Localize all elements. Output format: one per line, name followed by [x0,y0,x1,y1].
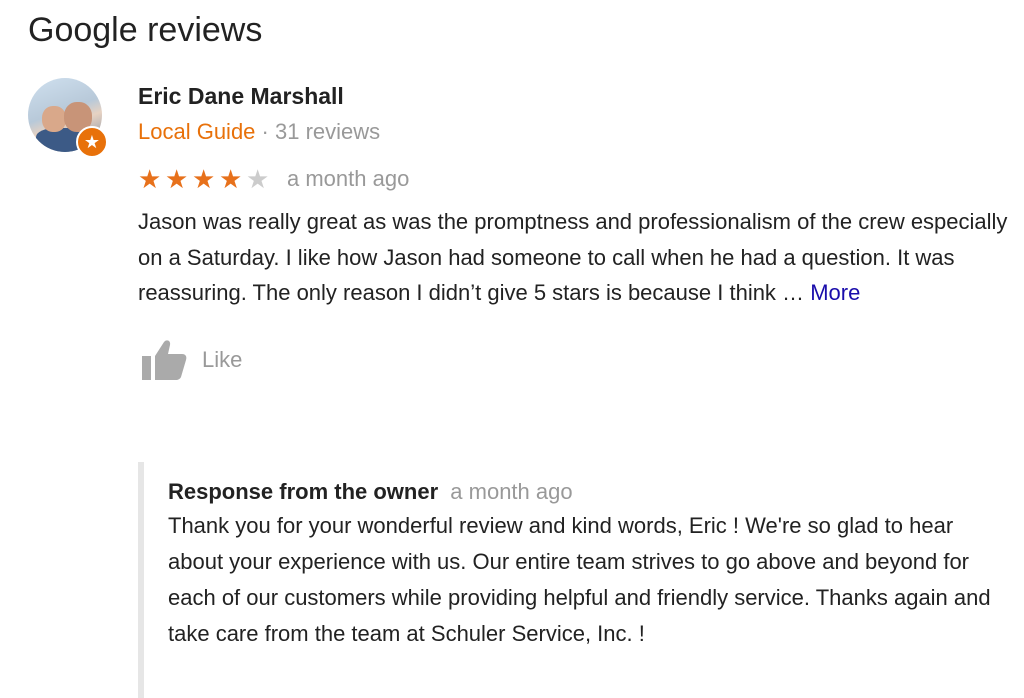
owner-response: Response from the owner a month ago Than… [138,462,1008,698]
review-time: a month ago [287,166,410,191]
owner-response-header: Response from the owner a month ago [168,476,1008,508]
reviewer-meta: Local Guide · 31 reviews [138,115,1008,149]
star-icon: ★ [246,164,270,194]
local-guide-label: Local Guide [138,119,256,144]
like-button[interactable]: Like [138,338,1008,382]
review-text: Jason was really great as was the prompt… [138,204,1008,311]
reviewer-name[interactable]: Eric Dane Marshall [138,80,1008,112]
owner-response-title: Response from the owner [168,479,439,504]
section-title: Google reviews [28,11,263,49]
star-rating: ★ ★ ★ ★ ★ [138,164,273,194]
thumbs-up-icon [142,339,187,380]
star-icon: ★ [219,164,243,194]
review-card: Eric Dane Marshall Local Guide · 31 revi… [138,80,1008,382]
like-label: Like [202,346,243,372]
review-count: 31 reviews [275,119,381,144]
more-link[interactable]: More [810,280,860,305]
star-icon: ★ [192,164,216,194]
rating-row: ★ ★ ★ ★ ★ a month ago [138,162,1008,196]
owner-response-time: a month ago [450,479,573,504]
google-reviews-panel: Google reviews ★ Eric Dane Marshall Loca… [0,0,1024,698]
owner-response-text: Thank you for your wonderful review and … [168,513,991,646]
local-guide-star-icon: ★ [76,126,108,158]
meta-separator: · [261,119,269,144]
review-body: Jason was really great as was the prompt… [138,209,1008,305]
star-icon: ★ [138,164,162,194]
star-icon: ★ [165,164,189,194]
